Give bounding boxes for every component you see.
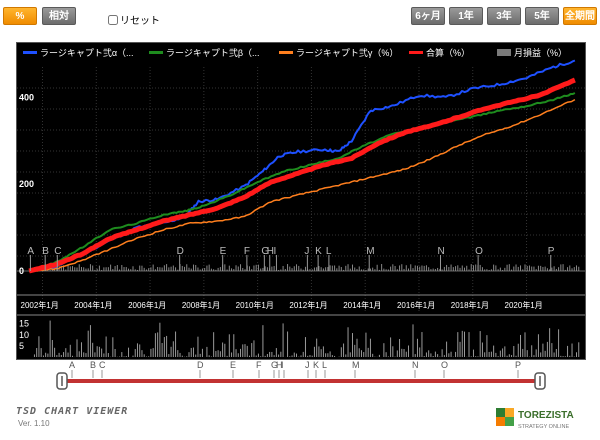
monthly-tick-label: 5 — [19, 341, 24, 351]
event-marker-label: E — [220, 246, 227, 257]
reset-label: リセット — [120, 16, 160, 27]
legend-swatch — [23, 51, 37, 54]
slider-event-label: N — [412, 360, 419, 370]
slider-event-label: E — [230, 360, 236, 370]
reset-checkbox-input[interactable] — [108, 14, 118, 25]
torezista-logo: TOREZISTA STRATEGY ONLINE — [496, 408, 574, 430]
viewer-version: Ver. 1.10 — [18, 419, 50, 428]
logo-name: TOREZISTA — [518, 410, 574, 421]
slider-event-label: A — [69, 360, 75, 370]
legend-swatch — [409, 51, 423, 54]
x-tick-label: 2012年1月 — [289, 300, 327, 310]
relative-mode-button[interactable]: 相対 — [42, 7, 76, 25]
slider-event-label: M — [352, 360, 360, 370]
event-marker-label: O — [475, 246, 483, 257]
slider-event-label: I — [281, 360, 284, 370]
event-marker-label: B — [42, 246, 49, 257]
slider-track[interactable] — [62, 379, 540, 383]
y-tick-label: 0 — [19, 266, 24, 276]
legend-label: ラージキャプト弐γ（%） — [296, 47, 398, 58]
slider-event-label: O — [441, 360, 448, 370]
viewer-title: TSD CHART VIEWER — [16, 406, 129, 417]
period-3y-button[interactable]: 3年 — [487, 7, 521, 25]
x-tick-label: 2020年1月 — [505, 300, 543, 310]
y-tick-label: 200 — [19, 179, 34, 189]
slider-event-label: P — [515, 360, 521, 370]
legend-label: ラージキャプト弐β（... — [166, 47, 260, 58]
slider-event-label: C — [99, 360, 106, 370]
monthly-tick-label: 15 — [19, 319, 29, 329]
performance-chart: ラージキャプト弐α（... ラージキャプト弐β（... ラージキャプト弐γ（%） 合算… — [17, 47, 585, 357]
slider-event-label: L — [322, 360, 327, 370]
legend-swatch — [149, 51, 163, 54]
monthly-tick-label: 10 — [19, 330, 29, 340]
slider-event-label: B — [90, 360, 96, 370]
event-marker-label: K — [315, 246, 322, 257]
percent-mode-button[interactable]: % — [3, 7, 37, 25]
range-slider[interactable]: A B C D E F GHI J K L M N O P — [16, 360, 586, 400]
event-marker-label: D — [177, 246, 184, 257]
slider-right-handle[interactable] — [534, 372, 546, 390]
x-tick-label: 2004年1月 — [74, 300, 112, 310]
slider-event-label: F — [256, 360, 262, 370]
x-tick-label: 2016年1月 — [397, 300, 435, 310]
period-1y-button[interactable]: 1年 — [449, 7, 483, 25]
chart-legend: ラージキャプト弐α（... ラージキャプト弐β（... ラージキャプト弐γ（%） 合算… — [23, 47, 567, 58]
y-tick-label: 400 — [19, 92, 34, 102]
period-6m-button[interactable]: 6ヶ月 — [411, 7, 445, 25]
x-tick-label: 2018年1月 — [451, 300, 489, 310]
slider-event-label: D — [197, 360, 204, 370]
event-marker-label: I — [273, 246, 276, 257]
event-marker-label: F — [244, 246, 250, 257]
legend-swatch — [497, 49, 511, 56]
event-marker-label: C — [54, 246, 61, 257]
period-5y-button[interactable]: 5年 — [525, 7, 559, 25]
legend-label: 合算（%） — [426, 47, 470, 58]
legend-label: 月損益（%） — [514, 47, 567, 58]
x-tick-label: 2010年1月 — [236, 300, 274, 310]
legend-label: ラージキャプト弐α（... — [40, 47, 134, 58]
slider-event-label: K — [313, 360, 319, 370]
event-marker-label: M — [366, 246, 374, 257]
slider-event-label: J — [305, 360, 310, 370]
reset-checkbox[interactable]: リセット — [108, 12, 160, 27]
x-tick-label: 2002年1月 — [21, 300, 59, 310]
logo-subtitle: STRATEGY ONLINE — [518, 424, 569, 430]
legend-swatch — [279, 51, 293, 54]
series-line — [28, 92, 576, 272]
x-tick-label: 2006年1月 — [128, 300, 166, 310]
event-marker-label: A — [27, 246, 34, 257]
series-line — [29, 98, 576, 272]
slider-left-handle[interactable] — [56, 372, 68, 390]
event-marker-label: N — [437, 246, 444, 257]
period-all-button[interactable]: 全期間 — [563, 7, 597, 25]
x-tick-label: 2008年1月 — [182, 300, 220, 310]
event-marker-label: L — [326, 246, 332, 257]
chart-panel: ラージキャプト弐α（... ラージキャプト弐β（... ラージキャプト弐γ（%） 合算… — [16, 42, 586, 360]
event-marker-label: J — [304, 246, 309, 257]
x-tick-label: 2014年1月 — [343, 300, 381, 310]
event-marker-label: P — [548, 246, 555, 257]
